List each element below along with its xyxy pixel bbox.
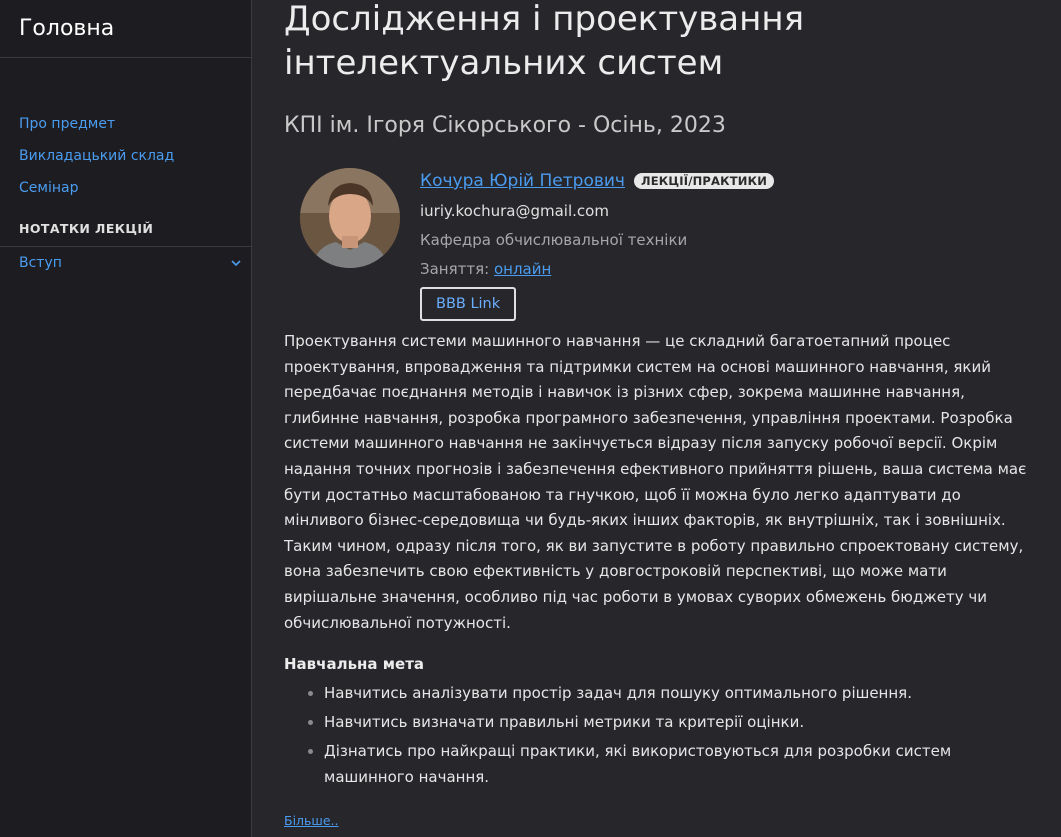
classes-row: Заняття: онлайн [420, 257, 774, 281]
instructor-email: iuriy.kochura@gmail.com [420, 202, 609, 220]
sidebar-item-staff[interactable]: Викладацький склад [0, 140, 251, 172]
instructor-name-row: Кочура Юрій Петрович ЛЕКЦІЇ/ПРАКТИКИ [420, 168, 775, 194]
sidebar-item-seminar[interactable]: Семінар [0, 172, 251, 204]
list-item: Дізнатись про найкращі практики, які вик… [324, 738, 1034, 790]
sidebar-nav: Про предмет Викладацький склад Семінар Н… [0, 108, 251, 279]
role-badge: ЛЕКЦІЇ/ПРАКТИКИ [633, 173, 775, 189]
list-item: Навчитись визначати правильні метрики та… [324, 709, 1034, 735]
instructor-avatar [300, 168, 400, 268]
more-link[interactable]: Більше.. [284, 813, 338, 828]
classes-online-link[interactable]: онлайн [494, 260, 551, 278]
avatar-photo [300, 168, 400, 268]
list-item: Навчитись аналізувати простір задач для … [324, 680, 1034, 706]
sidebar: Головна Про предмет Викладацький склад С… [0, 0, 252, 837]
classes-label: Заняття: [420, 260, 490, 278]
main-content: Дослідження і проектування інтелектуальн… [284, 0, 1034, 829]
course-description: Проектування системи машинного навчання … [284, 332, 1027, 632]
page-subtitle: КПІ ім. Ігоря Сікорського - Осінь, 2023 [284, 113, 726, 138]
page-title: Дослідження і проектування інтелектуальн… [284, 0, 805, 83]
sidebar-item-intro[interactable]: Вступ [0, 247, 251, 279]
instructor-card: Кочура Юрій Петрович ЛЕКЦІЇ/ПРАКТИКИ iur… [284, 159, 1034, 329]
instructor-department: Кафедра обчислювальної техніки [420, 231, 688, 249]
learning-goal-heading: Навчальна мета [284, 655, 425, 674]
instructor-name-link[interactable]: Кочура Юрій Петрович [420, 171, 625, 191]
chevron-down-icon[interactable] [229, 256, 243, 270]
instructor-info: Кочура Юрій Петрович ЛЕКЦІЇ/ПРАКТИКИ iur… [420, 168, 775, 321]
sidebar-item-about[interactable]: Про предмет [0, 108, 251, 140]
bbb-link-button[interactable]: BBB Link [420, 287, 517, 321]
home-link[interactable]: Головна [0, 0, 251, 58]
learning-goals-list: Навчитись аналізувати простір задач для … [284, 680, 1034, 790]
sidebar-item-intro-label: Вступ [19, 255, 62, 271]
sidebar-section-lecture-notes: НОТАТКИ ЛЕКЦІЙ [0, 212, 251, 247]
